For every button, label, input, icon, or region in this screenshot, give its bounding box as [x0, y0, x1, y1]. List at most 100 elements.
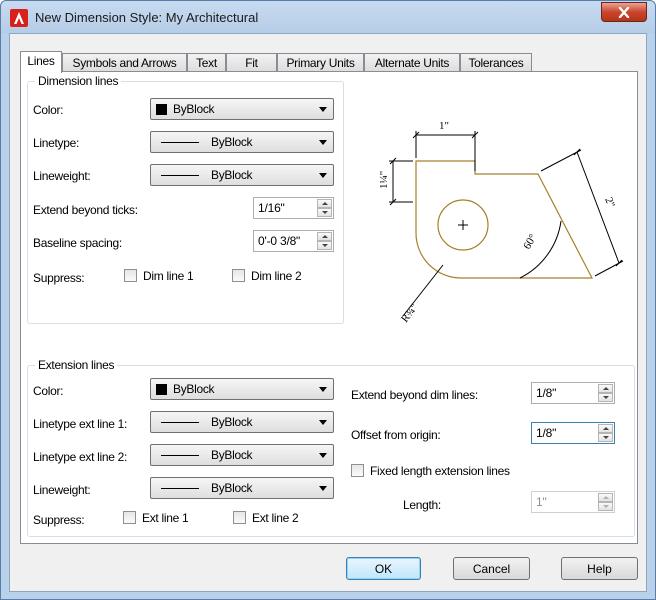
spin-down-button[interactable]: [598, 433, 613, 442]
fixed-length-label: Fixed length extension lines: [370, 464, 510, 478]
line-sample: [161, 175, 199, 176]
dim-line-1-checkbox[interactable]: [124, 269, 137, 282]
tab-tolerances[interactable]: Tolerances: [460, 53, 532, 72]
dim-line-1-label: Dim line 1: [143, 269, 194, 283]
extend-beyond-ticks-label: Extend beyond ticks:: [33, 203, 138, 217]
center-mark: [458, 220, 468, 230]
preview-dim-right: 2": [602, 196, 617, 210]
ext-line-1-label: Ext line 1: [142, 511, 189, 525]
title-bar[interactable]: New Dimension Style: My Architectural: [1, 1, 655, 33]
extension-lines-title: Extension lines: [35, 358, 118, 372]
dim-linetype-value: ByBlock: [211, 135, 253, 149]
dim-color-label: Color:: [33, 103, 64, 117]
line-sample: [161, 488, 199, 489]
help-button[interactable]: Help: [561, 557, 638, 580]
dialog-client: Lines Symbols and Arrows Text Fit Primar…: [9, 33, 647, 592]
baseline-spacing-spinner[interactable]: 0'-0 3/8": [253, 230, 334, 252]
ext-color-select[interactable]: ByBlock: [150, 378, 334, 400]
dimension-lines-preview: [389, 131, 624, 317]
color-swatch: [156, 104, 167, 115]
line-sample: [161, 455, 199, 456]
linetype-ext-line-1-select[interactable]: ByBlock: [150, 411, 334, 433]
linetype-ext-line-1-label: Linetype ext line 1:: [33, 417, 128, 431]
ext-lineweight-select[interactable]: ByBlock: [150, 477, 334, 499]
close-button[interactable]: [601, 2, 647, 22]
autocad-icon: [10, 9, 28, 27]
offset-from-origin-spinner[interactable]: 1/8": [531, 422, 615, 444]
dimension-preview: 1" 1¼" 2" 60° R¾": [378, 120, 624, 325]
line-sample: [161, 142, 199, 143]
dim-linetype-label: Linetype:: [33, 136, 80, 150]
preview-dim-radius: R¾": [399, 302, 421, 325]
dim-suppress-label: Suppress:: [33, 271, 85, 285]
linetype-ext-line-2-select[interactable]: ByBlock: [150, 444, 334, 466]
length-label: Length:: [403, 498, 441, 512]
chevron-down-icon: [319, 420, 327, 425]
spin-up-button[interactable]: [317, 232, 332, 241]
spin-down-button[interactable]: [598, 502, 613, 511]
preview-dim-left: 1¼": [378, 171, 390, 189]
offset-from-origin-value: 1/8": [536, 426, 557, 440]
preview-dim-top: 1": [439, 120, 449, 132]
preview-outline: [415, 160, 593, 279]
dim-line-2-label: Dim line 2: [251, 269, 302, 283]
chevron-down-icon: [319, 486, 327, 491]
close-icon: [618, 6, 630, 18]
chevron-down-icon: [319, 107, 327, 112]
offset-from-origin-label: Offset from origin:: [351, 428, 441, 442]
lines-tab-page: Dimension lines Color: ByBlock Linetype:…: [20, 71, 638, 544]
tab-text[interactable]: Text: [187, 53, 226, 72]
linetype-ext-line-2-value: ByBlock: [211, 448, 253, 462]
ext-line-2-checkbox[interactable]: [233, 511, 246, 524]
ok-button[interactable]: OK: [346, 557, 421, 580]
extend-beyond-dim-lines-value: 1/8": [536, 386, 557, 400]
tab-alternate-units[interactable]: Alternate Units: [364, 53, 460, 72]
length-spinner[interactable]: 1": [531, 491, 615, 513]
chevron-down-icon: [319, 140, 327, 145]
chevron-down-icon: [319, 453, 327, 458]
spin-down-button[interactable]: [317, 241, 332, 250]
dim-lineweight-select[interactable]: ByBlock: [150, 164, 334, 186]
window-title: New Dimension Style: My Architectural: [35, 10, 259, 25]
ext-lineweight-label: Lineweight:: [33, 483, 91, 497]
linetype-ext-line-1-value: ByBlock: [211, 415, 253, 429]
spin-up-button[interactable]: [317, 199, 332, 208]
dim-line-2-checkbox[interactable]: [232, 269, 245, 282]
dimension-lines-title: Dimension lines: [35, 74, 122, 88]
extend-beyond-dim-lines-spinner[interactable]: 1/8": [531, 382, 615, 404]
dim-lineweight-label: Lineweight:: [33, 169, 91, 183]
tab-primary-units[interactable]: Primary Units: [277, 53, 364, 72]
ext-line-1-checkbox[interactable]: [123, 511, 136, 524]
ext-line-2-label: Ext line 2: [252, 511, 299, 525]
chevron-down-icon: [319, 387, 327, 392]
dialog-window: New Dimension Style: My Architectural Li…: [0, 0, 656, 600]
line-sample: [161, 422, 199, 423]
extend-beyond-ticks-spinner[interactable]: 1/16": [253, 197, 334, 219]
spin-down-button[interactable]: [598, 393, 613, 402]
fixed-length-checkbox[interactable]: [351, 464, 364, 477]
baseline-spacing-label: Baseline spacing:: [33, 236, 122, 250]
spin-up-button[interactable]: [598, 384, 613, 393]
cancel-button[interactable]: Cancel: [453, 557, 530, 580]
preview-dim-angle: 60°: [521, 232, 539, 251]
linetype-ext-line-2-label: Linetype ext line 2:: [33, 450, 128, 464]
ext-suppress-label: Suppress:: [33, 513, 85, 527]
chevron-down-icon: [319, 173, 327, 178]
length-value: 1": [536, 495, 547, 509]
ext-color-label: Color:: [33, 384, 64, 398]
spin-up-button[interactable]: [598, 424, 613, 433]
tab-symbols-and-arrows[interactable]: Symbols and Arrows: [62, 53, 187, 72]
spin-up-button[interactable]: [598, 493, 613, 502]
spin-down-button[interactable]: [317, 208, 332, 217]
dim-color-select[interactable]: ByBlock: [150, 98, 334, 120]
ext-lineweight-value: ByBlock: [211, 481, 253, 495]
dim-color-value: ByBlock: [173, 102, 215, 116]
extend-beyond-ticks-value: 1/16": [258, 201, 285, 215]
baseline-spacing-value: 0'-0 3/8": [258, 234, 301, 248]
extend-beyond-dim-lines-label: Extend beyond dim lines:: [351, 388, 478, 402]
dim-linetype-select[interactable]: ByBlock: [150, 131, 334, 153]
color-swatch: [156, 384, 167, 395]
tab-lines[interactable]: Lines: [20, 51, 62, 73]
dim-lineweight-value: ByBlock: [211, 168, 253, 182]
tab-fit[interactable]: Fit: [226, 53, 277, 72]
